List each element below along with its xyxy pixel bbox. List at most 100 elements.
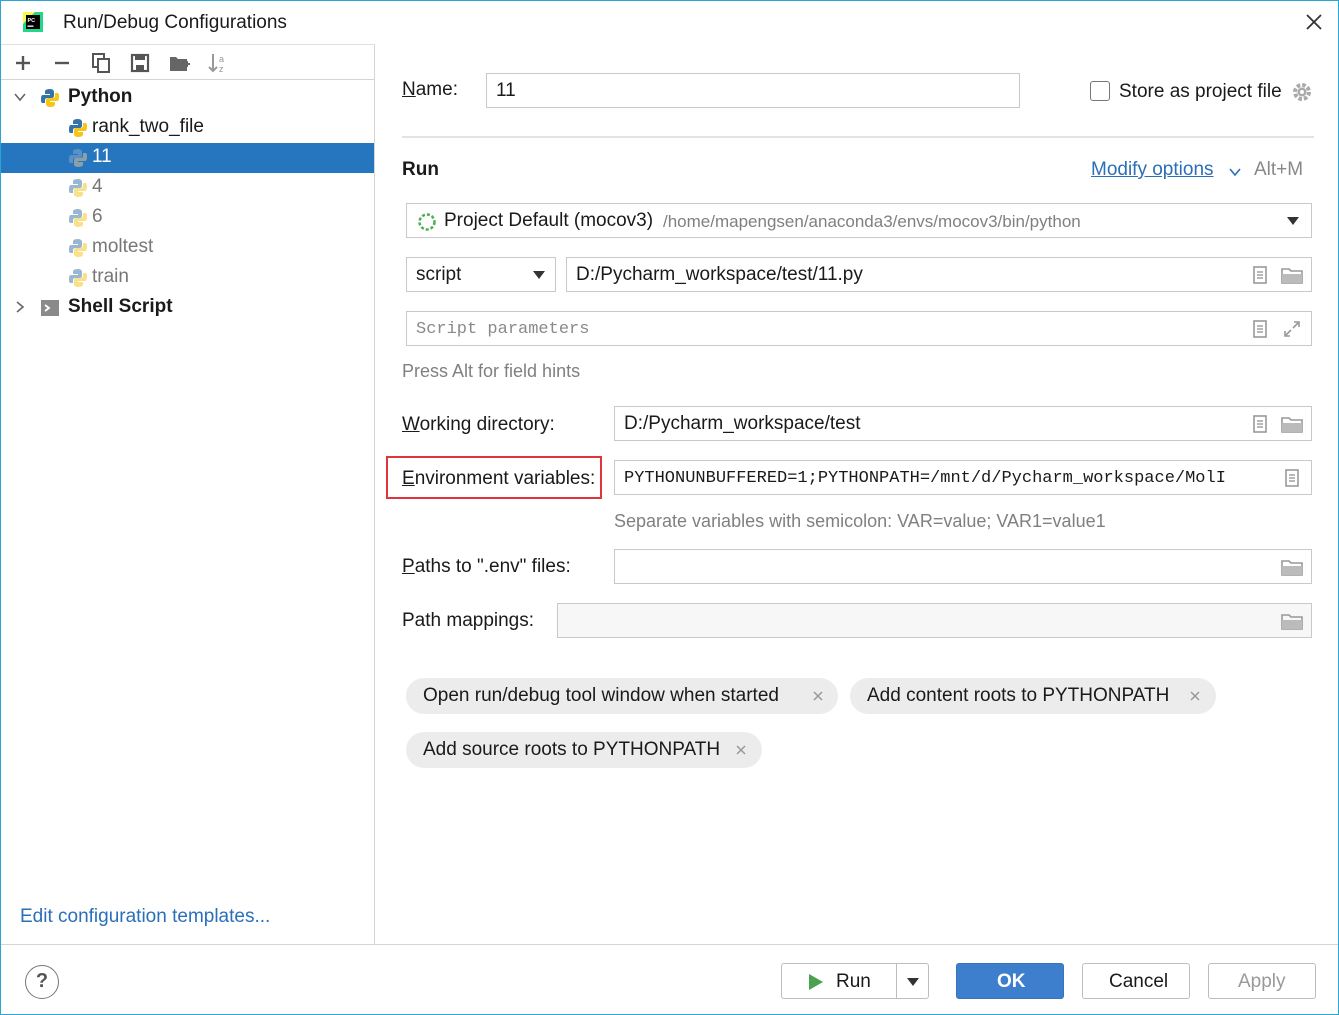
chip-add-source-roots[interactable]: Add source roots to PYTHONPATH [406, 732, 762, 768]
folder-icon[interactable] [1280, 611, 1304, 631]
python-icon [69, 119, 87, 137]
document-icon[interactable] [1282, 468, 1302, 488]
gear-icon[interactable] [1291, 81, 1313, 103]
tree-toolbar: a z [1, 44, 375, 80]
cancel-button[interactable]: Cancel [1082, 963, 1190, 999]
pycharm-logo-icon: PC [23, 12, 43, 32]
title-bar: PC Run/Debug Configurations [1, 1, 1338, 44]
script-path-value: D:/Pycharm_workspace/test/11.py [576, 264, 863, 285]
chevron-right-icon[interactable] [13, 300, 27, 314]
section-run-title: Run [402, 159, 439, 180]
apply-button[interactable]: Apply [1208, 963, 1316, 999]
document-icon[interactable] [1250, 265, 1270, 285]
python-icon [69, 239, 87, 257]
chevron-down-icon[interactable] [13, 90, 27, 104]
expand-icon[interactable] [1282, 319, 1302, 339]
modify-options-link[interactable]: Modify options [1091, 159, 1214, 181]
script-type-select[interactable]: script [406, 257, 556, 292]
working-directory-label: Working directory: [402, 414, 555, 435]
chip-label: Add content roots to PYTHONPATH [867, 685, 1170, 706]
dropdown-arrow-icon[interactable] [532, 270, 546, 280]
new-folder-icon[interactable] [167, 51, 191, 75]
folder-icon[interactable] [1280, 265, 1304, 285]
tree-item-label: 11 [92, 146, 112, 167]
tree-group-label: Python [68, 86, 133, 107]
tree-item-train[interactable]: train [1, 263, 374, 293]
window-title: Run/Debug Configurations [63, 12, 287, 33]
chip-open-tool-window[interactable]: Open run/debug tool window when started [406, 678, 838, 714]
chip-label: Open run/debug tool window when started [423, 685, 779, 706]
tree-item-6[interactable]: 6 [1, 203, 374, 233]
python-icon [69, 179, 87, 197]
tree-item-4[interactable]: 4 [1, 173, 374, 203]
tree-item-label: 6 [92, 206, 103, 227]
close-icon[interactable] [811, 689, 825, 703]
ok-button[interactable]: OK [956, 963, 1064, 999]
working-directory-input[interactable]: D:/Pycharm_workspace/test [614, 406, 1312, 441]
tree-item-label: train [92, 266, 129, 287]
tree-group-label: Shell Script [68, 296, 173, 317]
script-path-input[interactable]: D:/Pycharm_workspace/test/11.py [566, 257, 1312, 292]
dialog-button-bar: ? Run OK Cancel Apply [1, 944, 1338, 1014]
tree-item-11[interactable]: 11 [1, 143, 374, 173]
loading-spinner-icon [418, 213, 436, 231]
close-icon[interactable] [1188, 689, 1202, 703]
cancel-button-label: Cancel [1109, 971, 1169, 992]
ok-button-label: OK [997, 971, 1026, 992]
svg-text:z: z [219, 64, 224, 74]
tree-group-python[interactable]: Python [1, 83, 374, 113]
edit-templates-link[interactable]: Edit configuration templates... [20, 906, 270, 928]
apply-button-label: Apply [1238, 971, 1286, 992]
dropdown-arrow-icon[interactable] [1286, 216, 1300, 226]
script-type-value: script [416, 264, 462, 285]
folder-icon[interactable] [1280, 414, 1304, 434]
split-divider [896, 964, 897, 998]
add-icon[interactable] [11, 51, 35, 75]
interpreter-select[interactable]: Project Default (mocov3) /home/mapengsen… [406, 203, 1312, 238]
store-as-project-label[interactable]: Store as project file [1119, 81, 1282, 103]
modify-options-shortcut: Alt+M [1254, 159, 1304, 180]
tree-item-moltest[interactable]: moltest [1, 233, 374, 263]
folder-icon[interactable] [1280, 557, 1304, 577]
run-button[interactable]: Run [781, 963, 929, 999]
chevron-down-icon[interactable] [1228, 165, 1242, 179]
environment-variables-label: Environment variables: [402, 468, 596, 489]
document-icon[interactable] [1250, 319, 1270, 339]
script-parameters-input[interactable]: Script parameters [406, 311, 1312, 346]
dropdown-arrow-icon[interactable] [906, 977, 920, 987]
run-debug-dialog: PC Run/Debug Configurations a z Python r… [0, 0, 1339, 1015]
configuration-form: Name: 11 Store as project file Run Modif… [376, 44, 1338, 944]
field-hint-text: Press Alt for field hints [402, 361, 581, 381]
path-mappings-input[interactable] [557, 603, 1312, 638]
copy-icon[interactable] [89, 51, 113, 75]
dotenv-paths-label: Paths to ".env" files: [402, 556, 571, 577]
save-icon[interactable] [128, 51, 152, 75]
chip-label: Add source roots to PYTHONPATH [423, 739, 721, 760]
remove-icon[interactable] [50, 51, 74, 75]
help-button[interactable]: ? [25, 965, 59, 999]
python-icon [69, 149, 87, 167]
tree-item-rank-two-file[interactable]: rank_two_file [1, 113, 374, 143]
name-label: Name: [402, 79, 458, 100]
sort-icon[interactable]: a z [206, 51, 230, 75]
dotenv-paths-input[interactable] [614, 549, 1312, 584]
python-icon [69, 269, 87, 287]
shell-script-icon [41, 300, 59, 316]
separator [402, 136, 1314, 138]
path-mappings-label: Path mappings: [402, 610, 535, 631]
document-icon[interactable] [1250, 414, 1270, 434]
interpreter-name: Project Default (mocov3) [444, 210, 654, 231]
store-as-project-checkbox[interactable] [1090, 81, 1110, 101]
close-icon[interactable] [734, 743, 748, 757]
script-parameters-placeholder: Script parameters [416, 320, 590, 339]
svg-text:PC: PC [28, 18, 36, 24]
python-icon [41, 89, 59, 107]
interpreter-path: /home/mapengsen/anaconda3/envs/mocov3/bi… [663, 212, 1081, 231]
tree-group-shell-script[interactable]: Shell Script [1, 293, 374, 323]
name-value: 11 [496, 80, 516, 101]
chip-add-content-roots[interactable]: Add content roots to PYTHONPATH [850, 678, 1216, 714]
environment-variables-input[interactable]: PYTHONUNBUFFERED=1;PYTHONPATH=/mnt/d/Pyc… [614, 460, 1312, 495]
environment-variables-hint: Separate variables with semicolon: VAR=v… [614, 511, 1106, 531]
close-icon[interactable] [1301, 9, 1327, 35]
name-input[interactable]: 11 [486, 73, 1020, 108]
